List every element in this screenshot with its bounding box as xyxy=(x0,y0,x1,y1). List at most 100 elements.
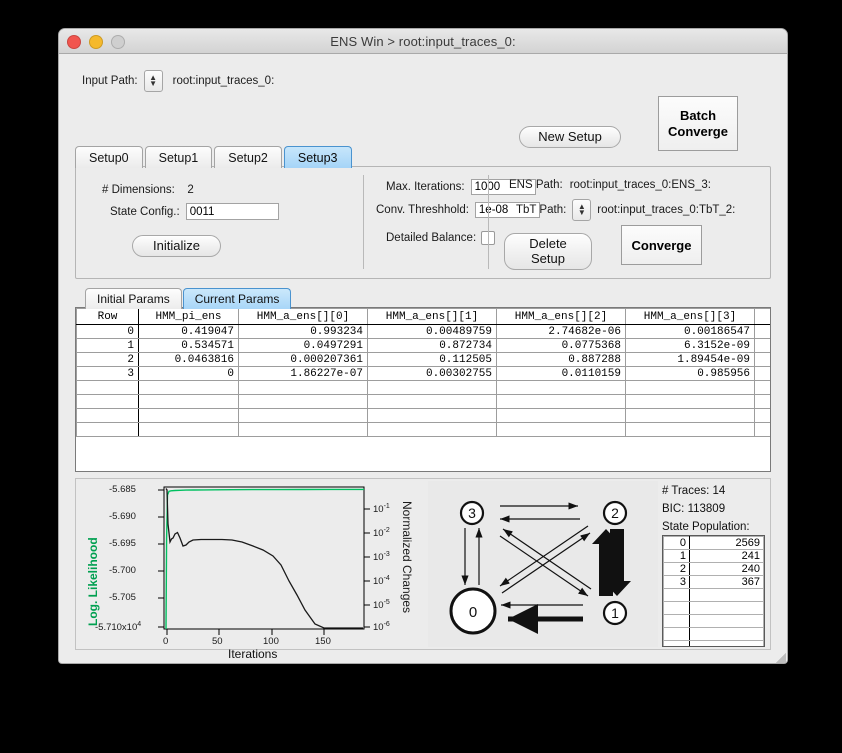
table-row[interactable]: 2 0.0463816 0.000207361 0.112505 0.887288 1.8… xyxy=(76,352,770,367)
table-cell[interactable]: 0 xyxy=(138,366,239,381)
table-cell[interactable]: 1.89454e-09 xyxy=(625,352,755,367)
state-index-cell[interactable] xyxy=(663,640,690,646)
table-cell[interactable] xyxy=(625,408,755,423)
table-cell[interactable]: 0.00302755 xyxy=(367,366,497,381)
table-row[interactable]: 0 0.419047 0.993234 0.00489759 2.74682e-06 0.… xyxy=(76,324,770,339)
table-cell[interactable] xyxy=(367,394,497,409)
table-cell[interactable]: 0.534571 xyxy=(138,338,239,353)
table-cell[interactable] xyxy=(496,422,626,437)
state-count-cell[interactable]: 241 xyxy=(689,549,764,563)
list-item[interactable]: 1 241 xyxy=(663,549,764,563)
table-cell[interactable]: 0.112505 xyxy=(367,352,497,367)
table-cell[interactable] xyxy=(754,380,770,395)
table-cell[interactable] xyxy=(76,408,139,423)
table-cell[interactable] xyxy=(625,394,755,409)
new-setup-button[interactable]: New Setup xyxy=(519,126,621,148)
table-row[interactable] xyxy=(76,394,770,409)
state-index-cell[interactable] xyxy=(663,627,690,641)
table-row[interactable]: 3 0 1.86227e-07 0.00302755 0.0110159 0.985956 xyxy=(76,366,770,381)
state-count-cell[interactable]: 240 xyxy=(689,562,764,576)
table-cell[interactable] xyxy=(754,338,770,353)
list-item[interactable] xyxy=(663,601,764,615)
state-population-table[interactable]: 0 2569 1 241 2 240 3 367 xyxy=(662,535,765,647)
table-cell[interactable]: 0.0110159 xyxy=(496,366,626,381)
table-cell[interactable]: 0.419047 xyxy=(138,324,239,339)
delete-setup-button[interactable]: Delete Setup xyxy=(504,233,592,270)
tab-setup3[interactable]: Setup3 xyxy=(283,146,352,168)
table-cell[interactable] xyxy=(138,380,239,395)
table-cell[interactable] xyxy=(138,422,239,437)
table-cell[interactable] xyxy=(754,422,770,437)
state-config-input[interactable] xyxy=(185,203,279,220)
converge-button[interactable]: Converge xyxy=(621,225,702,265)
table-cell[interactable] xyxy=(238,380,368,395)
table-cell[interactable] xyxy=(138,408,239,423)
state-count-cell[interactable]: 2569 xyxy=(689,536,764,550)
table-cell[interactable]: 0.0463816 xyxy=(138,352,239,367)
table-row[interactable] xyxy=(76,408,770,423)
state-count-cell[interactable]: 367 xyxy=(689,575,764,589)
table-cell[interactable] xyxy=(238,408,368,423)
table-cell[interactable]: 1.86227e-07 xyxy=(238,366,368,381)
state-count-cell[interactable] xyxy=(689,614,764,628)
table-cell[interactable]: 0.000207361 xyxy=(238,352,368,367)
table-cell[interactable] xyxy=(754,394,770,409)
table-cell[interactable]: 3 xyxy=(76,366,139,381)
table-cell[interactable] xyxy=(496,408,626,423)
close-button-icon[interactable] xyxy=(67,35,81,49)
state-count-cell[interactable] xyxy=(689,627,764,641)
state-index-cell[interactable]: 1 xyxy=(663,549,690,563)
table-cell[interactable] xyxy=(76,422,139,437)
table-cell[interactable] xyxy=(76,380,139,395)
table-cell[interactable]: 0.0775368 xyxy=(496,338,626,353)
table-cell[interactable] xyxy=(367,408,497,423)
table-cell[interactable]: 6.3152e-09 xyxy=(625,338,755,353)
initialize-button[interactable]: Initialize xyxy=(132,235,221,257)
table-cell[interactable] xyxy=(496,380,626,395)
tab-current-params[interactable]: Current Params xyxy=(182,288,292,309)
list-item[interactable]: 3 367 xyxy=(663,575,764,589)
table-cell[interactable]: 0.993234 xyxy=(238,324,368,339)
table-cell[interactable] xyxy=(625,422,755,437)
table-cell[interactable] xyxy=(625,380,755,395)
state-count-cell[interactable] xyxy=(689,640,764,646)
table-cell[interactable] xyxy=(496,394,626,409)
table-cell[interactable] xyxy=(367,422,497,437)
table-cell[interactable]: 0 xyxy=(76,324,139,339)
table-cell[interactable]: 2 xyxy=(76,352,139,367)
table-cell[interactable]: 0.872734 xyxy=(367,338,497,353)
table-cell[interactable] xyxy=(754,408,770,423)
table-cell[interactable] xyxy=(754,352,770,367)
table-cell[interactable] xyxy=(754,366,770,381)
state-index-cell[interactable]: 2 xyxy=(663,562,690,576)
table-cell[interactable]: 2.74682e-06 xyxy=(496,324,626,339)
table-row[interactable]: 1 0.534571 0.0497291 0.872734 0.0775368 6.315… xyxy=(76,338,770,353)
table-cell[interactable]: 0.00186547 xyxy=(625,324,755,339)
params-table[interactable]: Row HMM_pi_ens HMM_a_ens[][0] HMM_a_ens[… xyxy=(75,307,771,472)
table-cell[interactable]: 0.00489759 xyxy=(367,324,497,339)
table-row[interactable] xyxy=(76,422,770,437)
state-index-cell[interactable]: 3 xyxy=(663,575,690,589)
window-resize-grip[interactable] xyxy=(773,650,786,663)
state-index-cell[interactable] xyxy=(663,601,690,615)
table-cell[interactable] xyxy=(238,394,368,409)
state-index-cell[interactable]: 0 xyxy=(663,536,690,550)
list-item[interactable] xyxy=(663,588,764,602)
table-row[interactable] xyxy=(76,380,770,395)
list-item[interactable]: 2 240 xyxy=(663,562,764,576)
state-count-cell[interactable] xyxy=(689,588,764,602)
tbt-path-stepper[interactable]: ▲ ▼ xyxy=(572,199,592,221)
table-cell[interactable]: 1 xyxy=(76,338,139,353)
tab-setup1[interactable]: Setup1 xyxy=(144,146,213,168)
tab-setup0[interactable]: Setup0 xyxy=(75,146,143,168)
batch-converge-button[interactable]: Batch Converge xyxy=(658,96,738,151)
input-path-stepper[interactable]: ▲ ▼ xyxy=(143,70,163,92)
minimize-button-icon[interactable] xyxy=(89,35,103,49)
list-item[interactable] xyxy=(663,640,764,646)
table-cell[interactable]: 0.985956 xyxy=(625,366,755,381)
table-cell[interactable]: 0.887288 xyxy=(496,352,626,367)
table-cell[interactable] xyxy=(367,380,497,395)
tab-setup2[interactable]: Setup2 xyxy=(214,146,282,168)
list-item[interactable]: 0 2569 xyxy=(663,536,764,550)
state-count-cell[interactable] xyxy=(689,601,764,615)
